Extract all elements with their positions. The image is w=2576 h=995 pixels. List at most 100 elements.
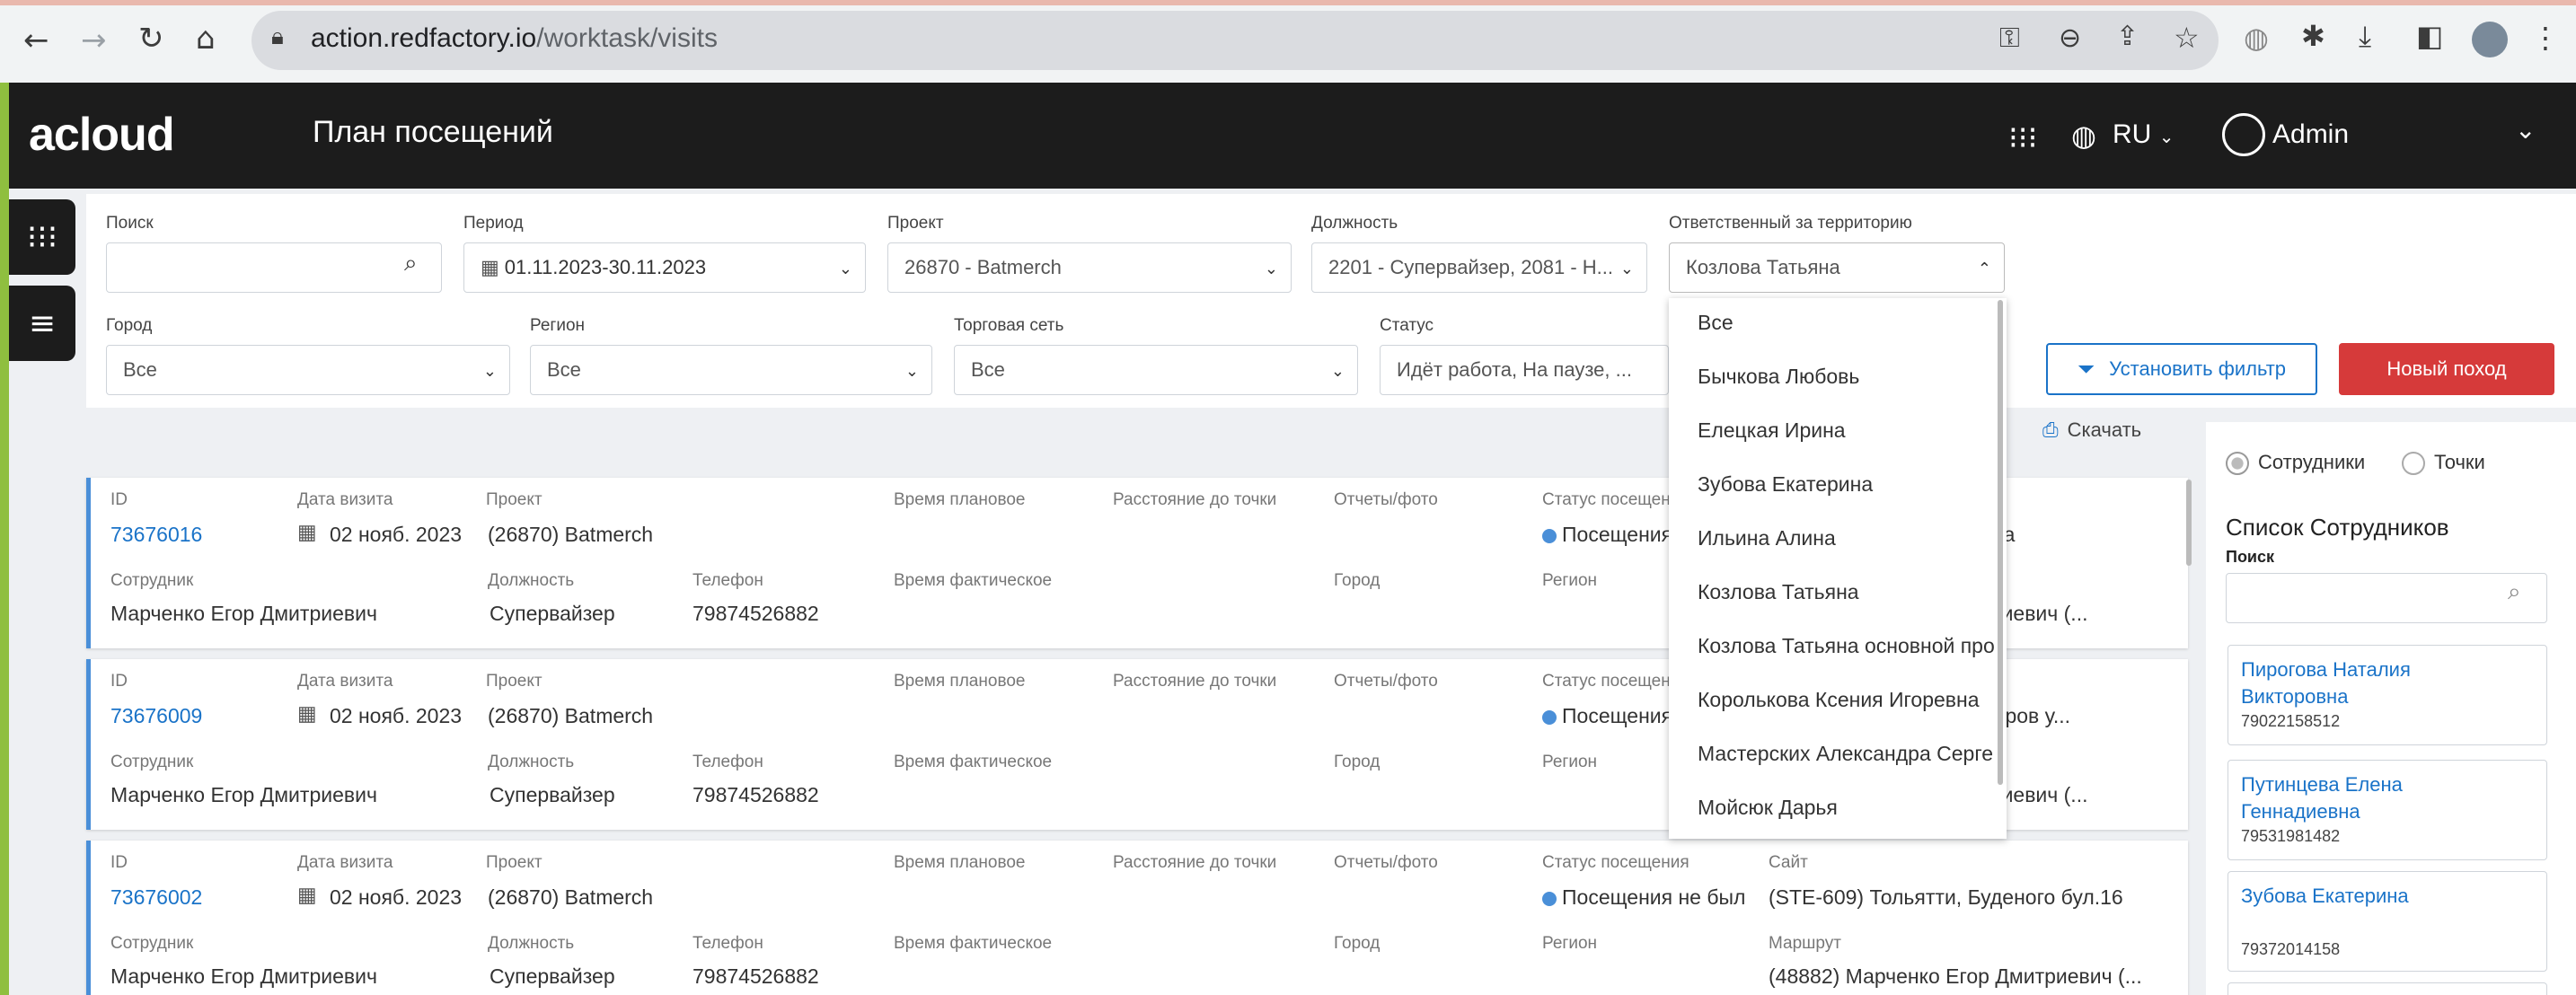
list-scrollbar[interactable] [2186, 480, 2192, 566]
project-label: Проект [486, 853, 543, 872]
status-dot-icon [1542, 891, 1557, 906]
position-select[interactable]: 2201 - Супервайзер, 2081 - Н... ⌄ [1311, 242, 1647, 293]
url-text[interactable]: action.redfactory.io/worktask/visits [311, 23, 718, 54]
download-icon[interactable]: ⤓ [2359, 22, 2371, 50]
zoom-icon[interactable]: ⊖ [2059, 25, 2081, 52]
visit-project: (26870) Batmerch [488, 885, 654, 909]
id-label: ID [110, 672, 128, 691]
avatar-icon[interactable] [2472, 22, 2508, 57]
status-label: Статус посещения [1542, 853, 1689, 872]
logo[interactable]: acloud [29, 108, 175, 162]
visit-status: Посещения не был [1542, 885, 1758, 910]
search-icon[interactable]: ⌕ [2508, 578, 2521, 606]
period-value: 01.11.2023-30.11.2023 [504, 256, 707, 278]
employee-name[interactable]: Зубова Екатерина [2241, 885, 2409, 908]
globe-icon[interactable]: ◍ [2244, 23, 2269, 52]
status-select[interactable]: Идёт работа, На паузе, ... [1380, 345, 1669, 395]
position-label: Должность [488, 934, 575, 953]
visit-employee: Марченко Егор Дмитриевич [110, 964, 377, 988]
date-label: Дата визита [297, 672, 393, 691]
lock-icon[interactable]: 🔒︎ [271, 25, 284, 48]
dropdown-option[interactable]: Королькова Ксения Игоревна [1698, 688, 1980, 712]
dropdown-option[interactable]: Бычкова Любовь [1698, 365, 1859, 389]
employee-card[interactable]: Зубова Екатерина 79372014158 [2228, 871, 2547, 972]
radio-points[interactable]: Точки [2402, 451, 2485, 476]
user-name[interactable]: Admin [2272, 119, 2349, 150]
employee-card[interactable] [2228, 982, 2547, 995]
chevron-up-icon: ⌃ [1977, 260, 1991, 277]
sidebar-icon[interactable]: ◧ [2416, 22, 2443, 50]
dropdown-option[interactable]: Зубова Екатерина [1698, 472, 1873, 497]
dropdown-option[interactable]: Елецкая Ирина [1698, 418, 1846, 443]
user-icon[interactable] [2222, 113, 2265, 156]
set-filter-button[interactable]: ⏷ Установить фильтр [2046, 343, 2317, 395]
region-select[interactable]: Все ⌄ [530, 345, 932, 395]
visit-phone: 79874526882 [693, 783, 819, 806]
download-file-icon: ⎙ [2042, 419, 2059, 442]
menu-icon[interactable]: ⋮ [2531, 23, 2560, 52]
dropdown-option[interactable]: Мойсюк Дарья [1698, 796, 1838, 820]
search-icon[interactable]: ⌕ [404, 250, 418, 277]
employee-card[interactable]: Путинцева Елена Геннадиевна 79531981482 [2228, 760, 2547, 860]
reload-icon[interactable]: ↻ [138, 23, 164, 54]
visit-id-link[interactable]: 73676002 [110, 885, 202, 910]
share-icon[interactable]: ⇪ [2116, 23, 2139, 50]
apps-grid-icon[interactable]: ⁝⁝⁝ [2008, 120, 2037, 156]
search-input[interactable] [106, 242, 442, 293]
download-label: Скачать [2067, 418, 2142, 441]
project-label: Проект [887, 214, 944, 233]
employee-name[interactable]: Пирогова Наталия [2241, 658, 2411, 682]
visit-status: Посещения [1542, 704, 1677, 728]
dropdown-option[interactable]: Все [1698, 311, 1734, 335]
visit-date: 02 нояб. 2023 [330, 885, 463, 909]
forward-arrow-icon[interactable]: → [81, 25, 107, 56]
language-selector[interactable]: RU ⌄ [2113, 119, 2174, 150]
visit-route: (48882) Марченко Егор Дмитриевич (... [1769, 964, 2142, 988]
position-label: Должность [488, 753, 575, 771]
visit-date: 02 нояб. 2023 [330, 704, 463, 727]
period-picker[interactable]: ▦ 01.11.2023-30.11.2023 ⌄ [463, 242, 866, 293]
star-icon[interactable]: ☆ [2174, 23, 2200, 52]
distance-label: Расстояние до точки [1113, 490, 1277, 509]
url-domain: action.redfactory.io [311, 23, 537, 53]
dropdown-option[interactable]: Ильина Алина [1698, 526, 1836, 550]
chain-select[interactable]: Все ⌄ [954, 345, 1358, 395]
employee-name-second[interactable]: Геннадиевна [2241, 800, 2360, 823]
back-arrow-icon[interactable]: ← [23, 25, 49, 56]
chevron-down-icon: ⌄ [904, 362, 919, 380]
visit-id-link[interactable]: 73676009 [110, 704, 202, 728]
radio-employees[interactable]: Сотрудники [2226, 451, 2365, 476]
key-icon[interactable]: ⚿ [1999, 25, 2020, 52]
employees-search-input[interactable] [2226, 573, 2547, 623]
hamburger-menu-button[interactable]: ≡ [9, 286, 75, 361]
employee-card[interactable]: Пирогова Наталия Викторовна 79022158512 [2228, 645, 2547, 745]
header-chevron-icon[interactable]: ⌄ [2515, 115, 2536, 145]
id-label: ID [110, 490, 128, 509]
time-plan-label: Время плановое [894, 672, 1026, 691]
download-button[interactable]: ⎙ Скачать [2042, 418, 2141, 442]
browser-tabstrip-edge [0, 0, 2576, 5]
visit-id-link[interactable]: 73676016 [110, 523, 202, 547]
status-dot-icon [1542, 709, 1557, 725]
home-icon[interactable]: ⌂ [196, 23, 216, 54]
visit-card[interactable]: ID Дата визита Проект Время плановое Расстоя… [86, 841, 2188, 995]
visit-employee: Марченко Егор Дмитриевич [110, 602, 377, 625]
new-visit-button[interactable]: Новый поход [2339, 343, 2554, 395]
city-label: Город [1334, 753, 1381, 771]
employee-name[interactable]: Путинцева Елена [2241, 773, 2403, 797]
dropdown-option[interactable]: Козлова Татьяна основной про [1698, 634, 1995, 658]
dropdown-option[interactable]: Козлова Татьяна [1698, 580, 1859, 604]
globe-lang-icon[interactable]: ◍ [2071, 119, 2096, 153]
employees-title: Список Сотрудников [2226, 514, 2449, 541]
phone-label: Телефон [693, 571, 763, 590]
time-fact-label: Время фактическое [894, 571, 1053, 590]
dropdown-option[interactable]: Мастерских Александра Серге [1698, 742, 1993, 766]
puzzle-icon[interactable]: ✱ [2301, 22, 2325, 50]
project-select[interactable]: 26870 - Batmerch ⌄ [887, 242, 1292, 293]
apps-menu-button[interactable]: ⁝⁝⁝ [9, 199, 75, 275]
status-dot-icon [1542, 528, 1557, 543]
city-select[interactable]: Все ⌄ [106, 345, 510, 395]
employee-name-second[interactable]: Викторовна [2241, 685, 2348, 709]
responsible-select[interactable]: Козлова Татьяна ⌃ [1669, 242, 2005, 293]
dropdown-scrollbar[interactable] [1998, 300, 2003, 785]
